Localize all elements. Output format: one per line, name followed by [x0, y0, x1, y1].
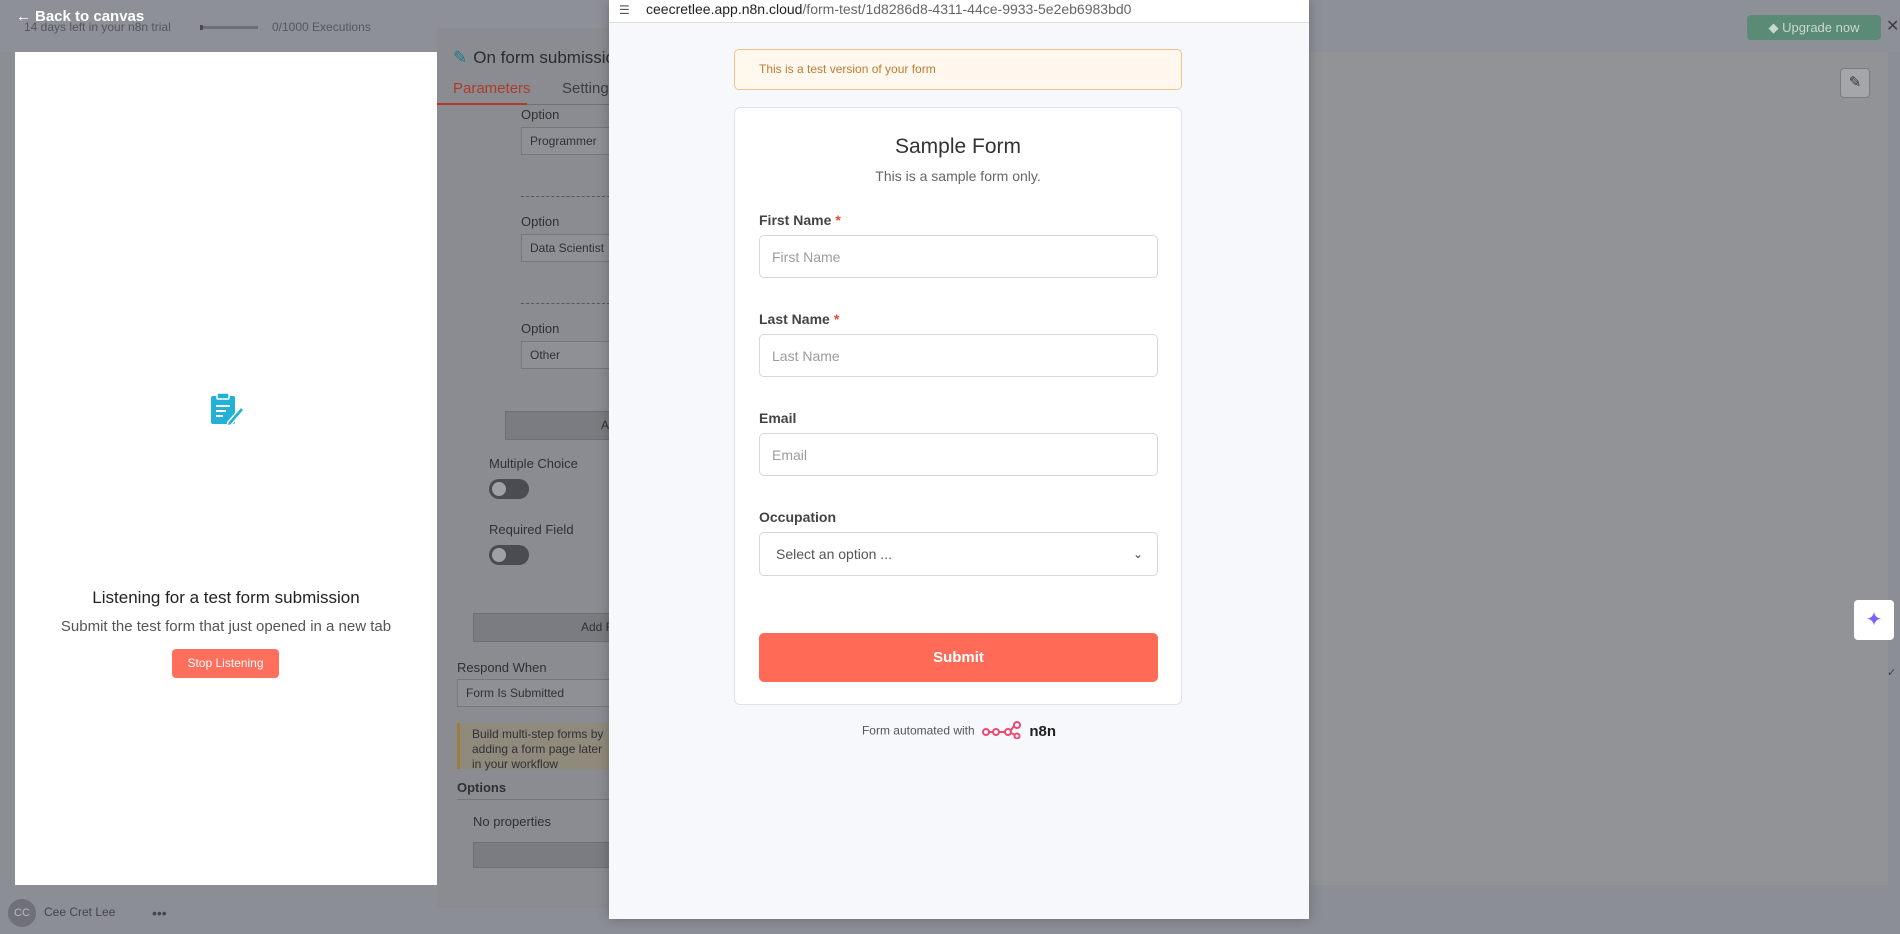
- back-to-canvas-button[interactable]: ← Back to canvas: [12, 8, 144, 25]
- form-card: Sample Form This is a sample form only. …: [734, 107, 1182, 705]
- occupation-selected: Select an option ...: [776, 546, 892, 562]
- option-label: Option: [521, 214, 560, 229]
- form-popup-window: ☰ ceecretlee.app.n8n.cloud/form-test/1d8…: [609, 0, 1309, 919]
- respond-when-label: Respond When: [457, 660, 547, 675]
- add-option-button[interactable]: Add Option: [505, 411, 610, 440]
- option-label: Option: [521, 321, 560, 336]
- last-name-input[interactable]: [759, 334, 1158, 377]
- info-note: Build multi-step forms by adding a form …: [457, 723, 610, 771]
- divider: [521, 196, 610, 197]
- occupation-label: Occupation: [759, 509, 837, 525]
- required-mark: *: [835, 212, 841, 228]
- divider: [521, 303, 610, 304]
- footer-text: Form automated with: [861, 723, 975, 738]
- option-input[interactable]: Other: [521, 341, 610, 369]
- add-option-property-button[interactable]: [473, 842, 610, 868]
- executions-progress: [200, 25, 258, 30]
- arrow-left-icon: ←: [16, 8, 31, 25]
- site-settings-icon[interactable]: ☰: [619, 3, 630, 17]
- stop-listening-button[interactable]: Stop Listening: [172, 649, 279, 678]
- form-node-icon: ✎: [453, 48, 468, 67]
- listening-subtitle: Submit the test form that just opened in…: [60, 618, 392, 635]
- user-name: Cee Cret Lee: [44, 905, 116, 920]
- divider: [457, 799, 610, 800]
- upgrade-label: Upgrade now: [1782, 20, 1860, 35]
- option-input[interactable]: Programmer: [521, 127, 610, 155]
- email-label: Email: [759, 410, 797, 426]
- more-icon[interactable]: •••: [152, 905, 167, 921]
- last-name-label: Last Name *: [759, 311, 839, 327]
- add-form-element-label: Add Form Element: [581, 620, 609, 634]
- first-name-label: First Name *: [759, 212, 841, 228]
- tab-underline: [437, 103, 610, 105]
- options-heading: Options: [457, 780, 507, 795]
- required-field-label: Required Field: [489, 522, 574, 537]
- required-mark: *: [833, 311, 840, 327]
- avatar: CC: [8, 899, 36, 927]
- user-menu[interactable]: CC Cee Cret Lee: [8, 899, 115, 927]
- url-path: /form-test/1d8286d8-4311-44ce-9933-5e2eb…: [802, 1, 1132, 17]
- n8n-brand: n8n: [1029, 723, 1057, 740]
- multiple-choice-label: Multiple Choice: [489, 456, 578, 471]
- chevron-down-icon: ⌄: [1132, 547, 1143, 561]
- no-properties-text: No properties: [473, 814, 552, 829]
- back-label: Back to canvas: [35, 8, 145, 25]
- node-title: ✎ On form submission: [453, 48, 624, 68]
- add-form-element-button[interactable]: Add Form Element: [473, 613, 610, 642]
- n8n-logo-icon: [982, 721, 1022, 742]
- node-title-text: On form submission: [473, 48, 625, 67]
- pencil-icon[interactable]: ✎: [1840, 68, 1870, 98]
- url-text[interactable]: ceecretlee.app.n8n.cloud/form-test/1d828…: [646, 1, 1131, 17]
- address-bar[interactable]: ☰ ceecretlee.app.n8n.cloud/form-test/1d8…: [609, 0, 1309, 23]
- multiple-choice-toggle[interactable]: [489, 479, 529, 499]
- test-listening-panel: Listening for a test form submission Sub…: [15, 52, 437, 885]
- check-icon: ✓: [1887, 667, 1897, 679]
- form-subtitle: This is a sample form only.: [875, 168, 1041, 184]
- close-icon[interactable]: ✕: [1886, 16, 1899, 36]
- submit-button[interactable]: Submit: [759, 633, 1158, 682]
- node-parameters-panel: ✎ On form submission Parameters Settings …: [437, 28, 624, 908]
- option-input[interactable]: Data Scientist: [521, 234, 610, 262]
- form-icon: [208, 392, 246, 437]
- listening-title: Listening for a test form submission: [92, 588, 360, 607]
- upgrade-button[interactable]: ◆ Upgrade now: [1747, 15, 1881, 40]
- gem-icon: ◆: [1768, 20, 1779, 35]
- respond-when-select[interactable]: Form Is Submitted: [457, 679, 610, 707]
- email-input[interactable]: [759, 433, 1158, 476]
- canvas-panel: [1305, 52, 1888, 885]
- test-version-banner: This is a test version of your form: [734, 49, 1182, 90]
- required-field-toggle[interactable]: [489, 545, 529, 565]
- occupation-select[interactable]: Select an option ... ⌄: [759, 532, 1158, 576]
- first-name-input[interactable]: [759, 235, 1158, 278]
- form-footer: Form automated with n8n: [609, 721, 1309, 742]
- first-name-label-text: First Name: [759, 212, 832, 228]
- option-label: Option: [521, 107, 560, 122]
- last-name-label-text: Last Name: [759, 311, 830, 327]
- sparkle-icon[interactable]: ✦: [1854, 600, 1894, 640]
- tab-parameters[interactable]: Parameters: [453, 80, 531, 97]
- url-domain: ceecretlee.app.n8n.cloud: [646, 1, 803, 17]
- form-title: Sample Form: [894, 135, 1022, 158]
- executions-count: 0/1000 Executions: [272, 20, 371, 34]
